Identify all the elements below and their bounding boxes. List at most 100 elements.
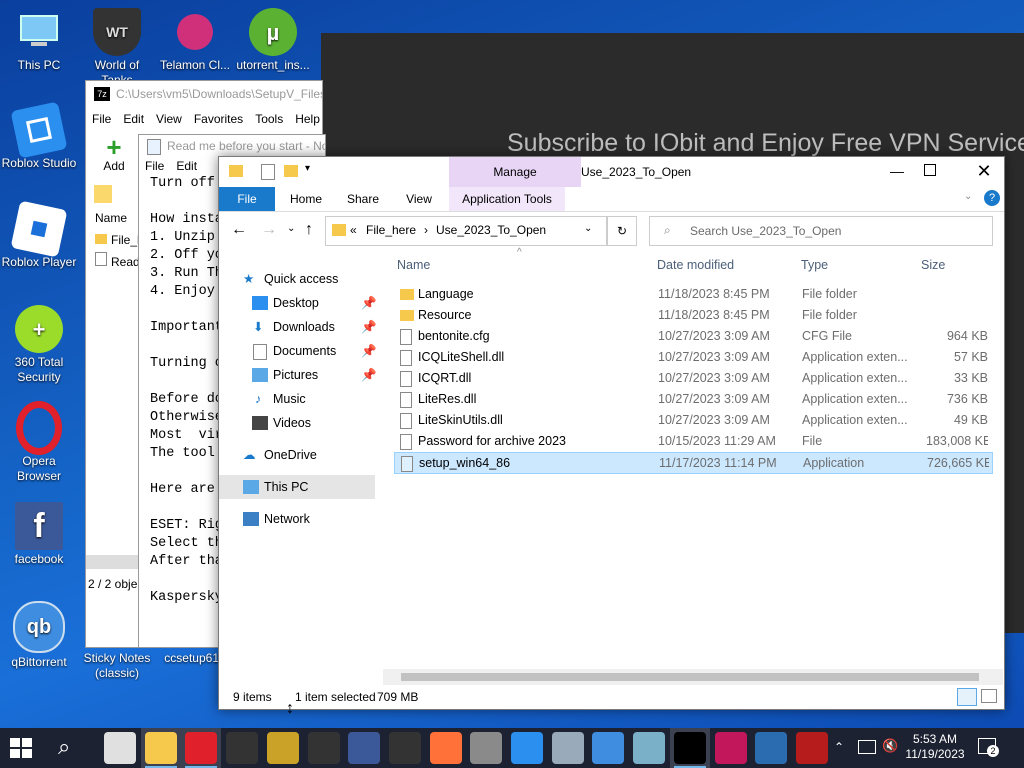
taskbar-app-button[interactable] xyxy=(751,728,791,768)
show-hidden-icons[interactable]: ⌃ xyxy=(834,740,844,754)
notepad-menu-file[interactable]: File xyxy=(145,159,164,173)
taskbar-app-button[interactable] xyxy=(385,728,425,768)
network-icon[interactable] xyxy=(858,740,876,754)
file-row[interactable]: Password for archive 2023 10/15/2023 11:2… xyxy=(394,431,991,451)
tab-file[interactable]: File xyxy=(219,187,275,211)
scrollbar-thumb[interactable] xyxy=(401,673,979,681)
file-row[interactable]: Resource 11/18/2023 8:45 PM File folder xyxy=(394,305,991,325)
taskbar-app-button[interactable] xyxy=(426,728,466,768)
taskbar-app-button[interactable] xyxy=(792,728,832,768)
taskbar-app-button[interactable] xyxy=(263,728,303,768)
sevenzip-menu-tools[interactable]: Tools xyxy=(255,112,283,126)
desktop-icon-facebook[interactable]: f facebook xyxy=(0,502,78,567)
tab-view[interactable]: View xyxy=(395,187,443,211)
close-icon[interactable]: ✕ xyxy=(969,157,999,187)
explorer-titlebar[interactable]: ▾ Manage Use_2023_To_Open — ✕ xyxy=(219,157,1004,187)
taskbar-app-button[interactable] xyxy=(669,728,710,768)
desktop-icon-world-of-tanks[interactable]: WT World of Tanks xyxy=(78,8,156,88)
search-input[interactable]: Search Use_2023_To_Open xyxy=(690,224,841,238)
desktop-icon-roblox-studio[interactable]: Roblox Studio xyxy=(0,101,78,171)
breadcrumb-file-here[interactable]: File_here xyxy=(366,223,416,237)
up-arrow-icon[interactable]: ↑ xyxy=(305,221,313,239)
address-bar[interactable]: « File_here › Use_2023_To_Open ⌄ xyxy=(325,216,607,246)
nav-this-pc[interactable]: This PC xyxy=(219,475,375,499)
details-view-icon[interactable] xyxy=(957,688,977,706)
refresh-icon[interactable]: ↻ xyxy=(607,216,637,246)
up-folder-icon[interactable] xyxy=(94,185,112,203)
file-row[interactable]: Language 11/18/2023 8:45 PM File folder xyxy=(394,284,991,304)
pin-icon[interactable]: 📌 xyxy=(361,291,377,315)
desktop-icon-qbittorrent[interactable]: qb qBittorrent xyxy=(0,601,78,670)
col-name[interactable]: Name xyxy=(397,258,430,272)
back-arrow-icon[interactable]: ← xyxy=(231,221,247,239)
pin-icon[interactable]: 📌 xyxy=(361,315,377,339)
col-date-modified[interactable]: Date modified xyxy=(657,258,734,272)
taskbar-app-button[interactable] xyxy=(304,728,344,768)
desktop-icon-this-pc[interactable]: This PC xyxy=(0,8,78,73)
desktop-icon-360-security[interactable]: + 360 Total Security xyxy=(0,305,78,385)
file-row[interactable]: ICQLiteShell.dll 10/27/2023 3:09 AM Applic… xyxy=(394,347,991,367)
sevenzip-add-button[interactable]: + Add xyxy=(94,134,134,173)
taskbar-app-button[interactable] xyxy=(100,728,140,768)
customize-arrow-icon[interactable]: ▾ xyxy=(305,163,310,174)
pin-icon[interactable]: 📌 xyxy=(361,363,377,387)
tab-home[interactable]: Home xyxy=(281,187,331,211)
pin-icon[interactable]: 📌 xyxy=(361,339,377,363)
nav-videos[interactable]: Videos xyxy=(219,411,375,435)
taskbar-app-button[interactable] xyxy=(711,728,751,768)
file-row[interactable]: ICQRT.dll 10/27/2023 3:09 AM Application e… xyxy=(394,368,991,388)
sevenzip-item[interactable]: File_h xyxy=(95,233,144,247)
taskbar-app-button[interactable] xyxy=(629,728,669,768)
taskbar-app-button[interactable] xyxy=(140,728,181,768)
sevenzip-menu-help[interactable]: Help xyxy=(295,112,320,126)
forward-arrow-icon[interactable]: → xyxy=(261,221,277,239)
clock[interactable]: 5:53 AM 11/19/2023 xyxy=(904,732,966,762)
notepad-titlebar[interactable]: Read me before you start - No xyxy=(139,135,325,157)
sevenzip-menu-favorites[interactable]: Favorites xyxy=(194,112,243,126)
sevenzip-scrollbar[interactable] xyxy=(86,555,138,569)
nav-quick-access[interactable]: ★ Quick access xyxy=(219,267,375,291)
horizontal-scrollbar[interactable] xyxy=(383,669,1003,685)
col-type[interactable]: Type xyxy=(801,258,828,272)
tab-application-tools[interactable]: Application Tools xyxy=(449,187,565,211)
sevenzip-titlebar[interactable]: 7z C:\Users\vm5\Downloads\SetupV_Files xyxy=(86,81,322,107)
address-dropdown-icon[interactable]: ⌄ xyxy=(584,223,592,234)
sevenzip-menu-edit[interactable]: Edit xyxy=(123,112,144,126)
desktop-icon-utorrent[interactable]: µ utorrent_ins... xyxy=(234,8,312,73)
expand-ribbon-icon[interactable]: ⌄ xyxy=(964,191,972,202)
minimize-icon[interactable]: — xyxy=(879,157,915,187)
nav-network[interactable]: Network xyxy=(219,507,375,531)
file-row[interactable]: LiteSkinUtils.dll 10/27/2023 3:09 AM Appli… xyxy=(394,410,991,430)
taskbar-app-button[interactable] xyxy=(466,728,506,768)
taskbar-app-button[interactable] xyxy=(588,728,628,768)
taskbar-app-button[interactable] xyxy=(548,728,588,768)
nav-onedrive[interactable]: ☁ OneDrive xyxy=(219,443,375,467)
volume-muted-icon[interactable]: 🔇 xyxy=(882,738,898,754)
desktop-icon-roblox-player[interactable]: Roblox Player xyxy=(0,200,78,270)
sevenzip-menu-file[interactable]: File xyxy=(92,112,111,126)
tab-share[interactable]: Share xyxy=(339,187,387,211)
sevenzip-col-name[interactable]: Name xyxy=(95,211,127,225)
notepad-menu-edit[interactable]: Edit xyxy=(176,159,197,173)
action-center-icon[interactable]: 2 xyxy=(978,738,999,757)
file-row[interactable]: setup_win64_86 11/17/2023 11:14 PM Applica… xyxy=(394,452,993,474)
start-button[interactable] xyxy=(10,738,32,758)
taskbar-app-button[interactable] xyxy=(222,728,262,768)
search-box[interactable]: ⌕ Search Use_2023_To_Open xyxy=(649,216,993,246)
desktop-icon-opera[interactable]: Opera Browser xyxy=(0,401,78,484)
nav-desktop[interactable]: Desktop 📌 xyxy=(219,291,377,315)
desktop-icon-telamon[interactable]: Telamon Cl... xyxy=(156,8,234,73)
search-icon[interactable]: ⌕ xyxy=(58,734,70,760)
large-icons-view-icon[interactable] xyxy=(981,689,997,703)
nav-documents[interactable]: Documents 📌 xyxy=(219,339,377,363)
taskbar-app-button[interactable] xyxy=(344,728,384,768)
recent-locations-icon[interactable]: ⌄ xyxy=(287,223,295,234)
explorer-window[interactable]: ▾ Manage Use_2023_To_Open — ✕ File Home … xyxy=(218,156,1005,710)
context-tab-manage[interactable]: Manage xyxy=(449,157,581,187)
taskbar-app-button[interactable] xyxy=(181,728,222,768)
breadcrumb-overflow[interactable]: « xyxy=(350,223,357,237)
help-icon[interactable]: ? xyxy=(984,190,1000,206)
file-row[interactable]: bentonite.cfg 10/27/2023 3:09 AM CFG File 9… xyxy=(394,326,991,346)
sevenzip-menu-view[interactable]: View xyxy=(156,112,182,126)
maximize-icon[interactable] xyxy=(924,164,936,176)
